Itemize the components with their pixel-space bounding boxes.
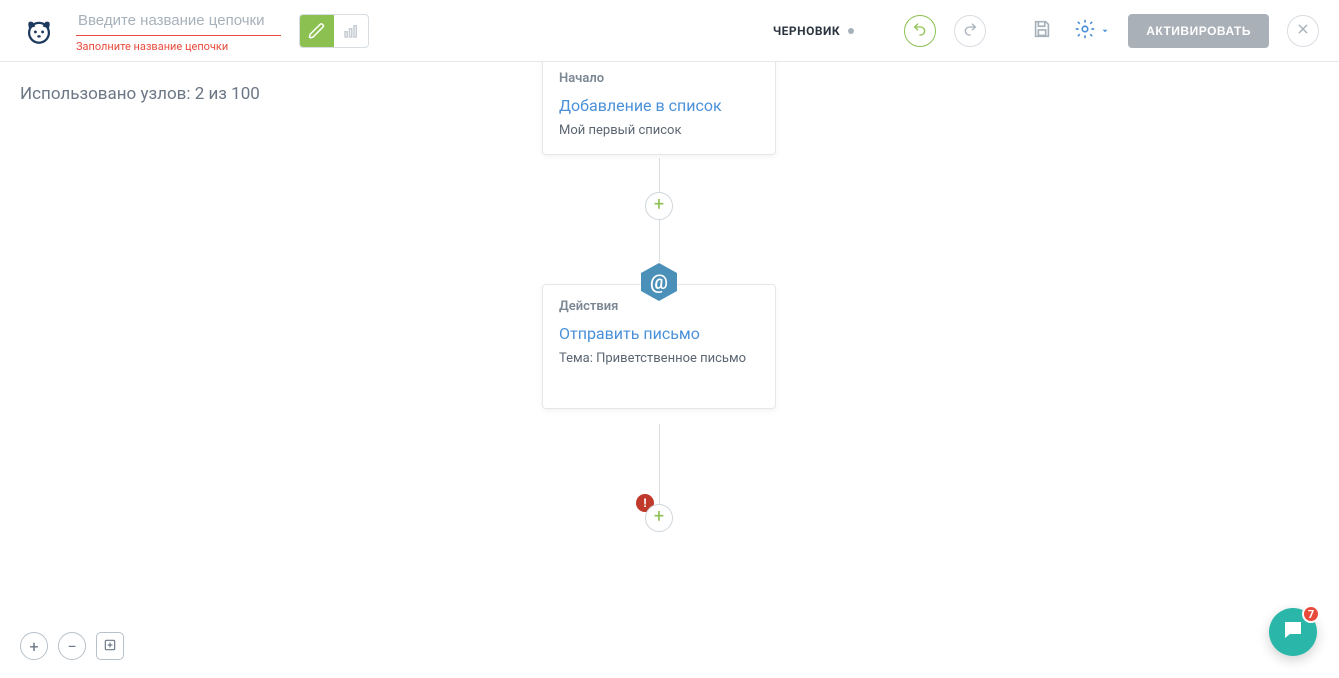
chat-icon [1281, 618, 1305, 646]
chat-unread-badge: 7 [1302, 605, 1320, 623]
view-mode-toggle [299, 14, 369, 48]
activate-button[interactable]: АКТИВИРОВАТЬ [1128, 14, 1269, 48]
save-button[interactable] [1028, 17, 1056, 45]
status-text: ЧЕРНОВИК [773, 24, 840, 38]
plus-icon: + [654, 196, 664, 214]
connector-line [659, 424, 660, 504]
fit-view-button[interactable] [96, 632, 124, 660]
node-category-label: Начало [559, 71, 759, 86]
connector-line [659, 158, 660, 192]
undo-icon [912, 21, 928, 41]
nodes-usage-label: Использовано узлов: 2 из 100 [20, 84, 260, 104]
zoom-in-button[interactable]: + [20, 632, 48, 660]
top-bar: Заполните название цепочки ЧЕРНОВИК [0, 0, 1339, 62]
plus-icon: + [29, 637, 38, 656]
node-title-label: Отправить письмо [559, 324, 759, 343]
chain-name-field-wrap: Заполните название цепочки [76, 8, 281, 53]
minus-icon: − [67, 637, 76, 656]
node-subtitle-label: Мой первый список [559, 123, 759, 138]
status-dot-icon [848, 28, 854, 34]
chevron-down-icon [1100, 21, 1110, 40]
zoom-controls: + − [20, 632, 124, 660]
email-node-badge: @ [639, 262, 679, 302]
stats-mode-button[interactable] [334, 15, 368, 47]
add-node-button[interactable]: + [645, 192, 673, 220]
node-title-label: Добавление в список [559, 96, 759, 115]
chain-name-error: Заполните название цепочки [76, 40, 281, 53]
connector-line [659, 220, 660, 262]
redo-icon [962, 21, 978, 41]
node-subtitle-label: Тема: Приветственное письмо [559, 351, 759, 366]
node-action-email[interactable]: Действия Отправить письмо Тема: Приветст… [542, 284, 776, 409]
at-icon: @ [650, 270, 668, 294]
undo-button[interactable] [904, 15, 936, 47]
chain-name-input[interactable] [76, 8, 281, 36]
support-chat-button[interactable]: 7 [1269, 608, 1317, 656]
plus-icon: + [654, 508, 664, 526]
settings-dropdown[interactable] [1074, 18, 1110, 44]
app-logo [20, 12, 58, 50]
add-node-button-end[interactable]: + [645, 504, 673, 532]
gear-icon [1074, 18, 1096, 44]
pencil-icon [308, 22, 326, 40]
edit-mode-button[interactable] [300, 15, 334, 47]
close-button[interactable] [1287, 15, 1319, 47]
node-start[interactable]: Начало Добавление в список Мой первый сп… [542, 62, 776, 155]
bar-chart-icon [342, 22, 360, 40]
fit-icon [103, 637, 117, 656]
flow-canvas[interactable]: Использовано узлов: 2 из 100 Начало Доба… [0, 62, 1339, 678]
save-icon [1031, 18, 1053, 44]
redo-button[interactable] [954, 15, 986, 47]
status-label: ЧЕРНОВИК [773, 24, 854, 38]
zoom-out-button[interactable]: − [58, 632, 86, 660]
close-icon [1296, 21, 1310, 40]
